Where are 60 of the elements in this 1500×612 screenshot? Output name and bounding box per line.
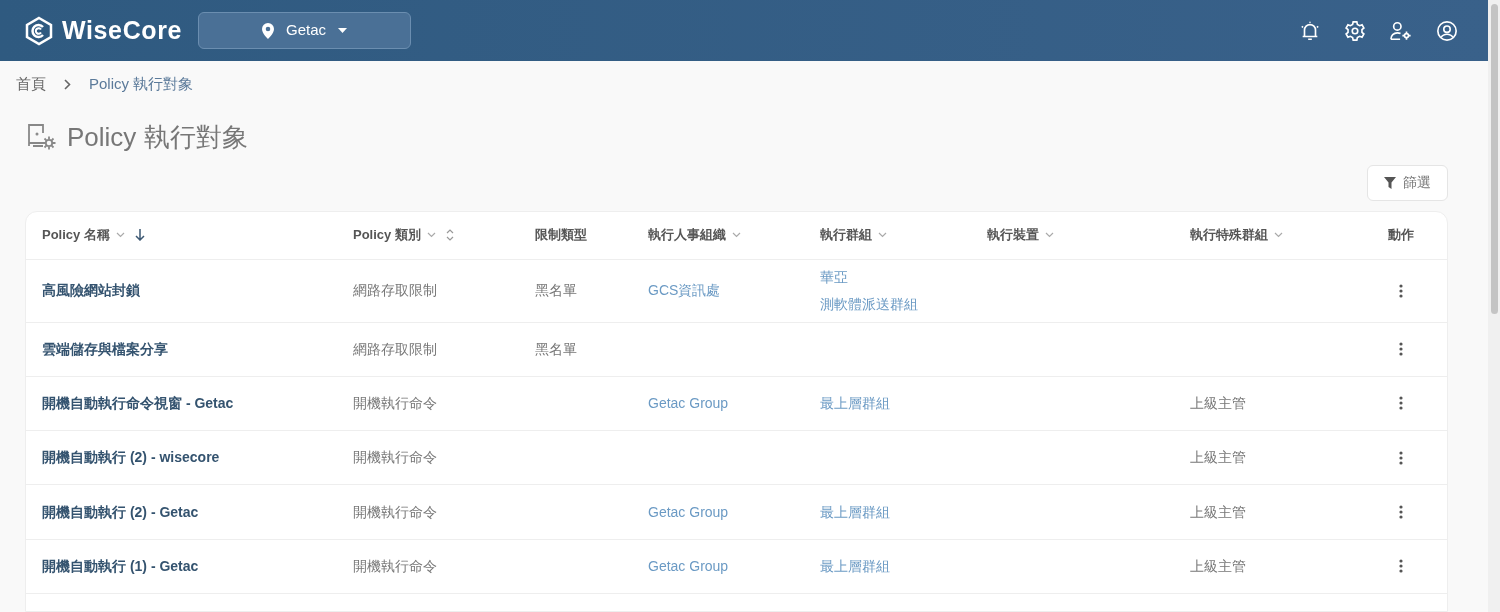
- chevron-right-icon: [64, 78, 71, 90]
- filter-button[interactable]: 篩選: [1367, 164, 1448, 201]
- more-options-icon[interactable]: [1399, 396, 1403, 411]
- more-options-icon[interactable]: [1399, 505, 1403, 520]
- policy-name: 雲端儲存與檔案分享: [42, 339, 169, 359]
- policy-name: 開機自動執行 (1) - Getac: [42, 556, 200, 576]
- column-header[interactable]: 執行人事組織: [648, 225, 726, 245]
- table-cell-text: 開機執行命令: [353, 448, 438, 468]
- sort-down-icon[interactable]: [134, 229, 145, 241]
- table-cell-text: 上級主管: [1190, 502, 1247, 522]
- sort-icon[interactable]: [445, 229, 454, 241]
- table-cell-text: 網路存取限制: [353, 339, 438, 359]
- user-account-icon[interactable]: [1436, 19, 1458, 42]
- user-settings-icon[interactable]: [1389, 19, 1413, 42]
- group-link[interactable]: 華亞: [820, 266, 848, 288]
- column-header[interactable]: Policy 類別: [353, 225, 421, 245]
- group-link[interactable]: 最上層群組: [820, 501, 890, 523]
- policy-name: 開機自動執行 (2) - wisecore: [42, 448, 221, 468]
- document-settings-icon: [27, 123, 57, 151]
- table-cell-text: 上級主管: [1190, 556, 1247, 576]
- logo-text: WiseCore: [62, 14, 183, 46]
- location-pin-icon: [262, 22, 275, 39]
- org-link[interactable]: Getac Group: [648, 555, 729, 577]
- column-header[interactable]: 動作: [1388, 225, 1414, 245]
- logo-icon: [24, 15, 54, 46]
- org-link[interactable]: Getac Group: [648, 501, 729, 523]
- breadcrumb-current: Policy 執行對象: [89, 74, 194, 94]
- table-cell-text: 上級主管: [1190, 393, 1247, 413]
- org-link[interactable]: Getac Group: [648, 392, 729, 414]
- group-link[interactable]: 最上層群組: [820, 555, 890, 577]
- policy-name: 開機自動執行 (2) - Getac: [42, 502, 200, 522]
- more-options-icon[interactable]: [1399, 559, 1403, 574]
- alarm-bell-icon[interactable]: [1299, 19, 1321, 42]
- policy-name: 高風險網站封鎖: [42, 281, 141, 300]
- site-selector[interactable]: Getac: [198, 12, 412, 49]
- column-header[interactable]: 執行特殊群組: [1190, 225, 1268, 245]
- group-link[interactable]: 測軟體派送群組: [820, 293, 918, 315]
- policy-name: 開機自動執行命令視窗 - Getac: [42, 393, 235, 413]
- caret-icon: [338, 28, 348, 33]
- table-cell-text: 黑名單: [535, 281, 578, 300]
- table-cell-text: 開機執行命令: [353, 556, 438, 576]
- filter-icon: [1384, 176, 1396, 189]
- table-cell-text: 上級主管: [1190, 448, 1247, 468]
- org-link[interactable]: GCS資訊處: [648, 280, 721, 301]
- column-header[interactable]: 執行群組: [820, 225, 872, 245]
- table-cell-text: 開機執行命令: [353, 502, 438, 522]
- column-header[interactable]: 執行裝置: [987, 225, 1039, 245]
- scrollbar[interactable]: [1488, 0, 1500, 612]
- column-header[interactable]: Policy 名稱: [42, 225, 110, 245]
- table-cell-text: 黑名單: [535, 339, 578, 359]
- column-header[interactable]: 限制類型: [535, 225, 587, 245]
- more-options-icon[interactable]: [1399, 450, 1403, 465]
- page-title: Policy 執行對象: [67, 120, 248, 154]
- table-cell-text: 開機執行命令: [353, 393, 438, 413]
- more-options-icon[interactable]: [1399, 342, 1403, 357]
- more-options-icon[interactable]: [1399, 283, 1403, 298]
- table-cell-text: 網路存取限制: [353, 281, 438, 300]
- settings-icon[interactable]: [1344, 19, 1366, 42]
- group-link[interactable]: 最上層群組: [820, 392, 890, 414]
- breadcrumb-link[interactable]: 首頁: [16, 73, 46, 96]
